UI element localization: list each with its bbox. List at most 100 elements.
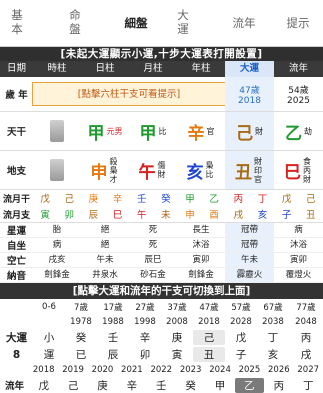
dayun-stem[interactable]: 己 財 [225, 112, 274, 150]
info-cell: 午未 [96, 255, 114, 265]
tab-dayun[interactable]: 大運 [172, 0, 194, 54]
liuyue-gan-cell[interactable]: 己 [61, 191, 78, 205]
tab-chart[interactable]: 命盤 [64, 0, 86, 54]
liuyue-gan-cell[interactable]: 癸 [157, 191, 174, 205]
dayun-year-cell: 2048 [295, 316, 317, 327]
liuyue-gan-cell[interactable]: 己 [302, 191, 319, 205]
dizhi-row: 地支 申 殺梟才 午 傷財 亥 梟比 丑 財印官 巳 食丙財 [0, 151, 323, 190]
age-label: 歲 年 [5, 90, 28, 101]
dayun-year-cell: 2038 [262, 316, 284, 327]
info-cell: 沐浴 [192, 240, 210, 250]
year-branch[interactable]: 亥 梟比 [177, 151, 225, 189]
dayun-age-cell: 17歲 [103, 302, 123, 313]
liunian-branch[interactable]: 巳 食丙財 [274, 151, 323, 189]
dayun-gan-cell[interactable]: 癸 [65, 330, 97, 345]
liuyue-zhi-cell[interactable]: 亥 [254, 207, 271, 221]
liunian-cell[interactable]: 壬 [147, 378, 176, 393]
liuyue-gan-cell[interactable]: 丁 [254, 191, 271, 205]
dayun-year-cell: 2028 [230, 316, 252, 327]
dayun-gan-cell[interactable]: 辛 [129, 330, 161, 345]
day-stem[interactable]: 甲 元男 [81, 112, 129, 150]
dayun-zhi-cell[interactable]: 戌 [289, 347, 323, 362]
dayun-year-cell: 1998 [134, 316, 156, 327]
header-hour: 時柱 [47, 63, 67, 74]
dayun-num: 8 [12, 348, 21, 361]
liuyue-zhi-cell[interactable]: 戌 [230, 207, 247, 221]
dayun-zhi-cell[interactable]: 辰 [97, 347, 129, 362]
tip-box[interactable]: [點擊六柱干支可看提示] [32, 82, 226, 106]
zizuo-row: 自坐 病 絕 死 沐浴 冠帶 沐浴 [0, 238, 323, 253]
hour-stem[interactable] [33, 112, 81, 150]
dayun-zhi-cell[interactable]: 已 [65, 347, 97, 362]
liuyue-zhi-cell[interactable]: 寅 [37, 207, 54, 221]
liunian-cell[interactable]: 丙 [264, 378, 293, 393]
dayun-gan-cell[interactable]: 丙 [289, 330, 323, 345]
dayun-age[interactable]: 47歲 2018 [225, 77, 274, 111]
tab-liunian[interactable]: 流年 [226, 0, 262, 62]
liunian-cell[interactable]: 庚 [88, 378, 117, 393]
dayun-zhi-cell-current[interactable]: 丑 [193, 347, 225, 362]
tiangan-row: 天干 甲 元男 甲 比 辛 官 己 財 乙 劫 [0, 112, 323, 151]
liuyue-zhi-cell[interactable]: 申 [182, 207, 199, 221]
info-cell: 長生 [192, 225, 210, 235]
liuyue-gan-row: 流月干 戊 己 庚 辛 壬 癸 甲 乙 丙 丁 戊 己 [0, 190, 323, 206]
notice-banner-2: [點擊大運和流年的干支可切換到上面] [0, 283, 323, 299]
liuyue-zhi-cell[interactable]: 酉 [206, 207, 223, 221]
dayun-zhi-cell[interactable]: 亥 [257, 347, 289, 362]
liuyue-gan-cell[interactable]: 戊 [278, 191, 295, 205]
header-year: 年柱 [191, 63, 211, 74]
liuyue-zhi-cell[interactable]: 未 [157, 207, 174, 221]
liuyue-gan-cell[interactable]: 丙 [230, 191, 247, 205]
liuyue-gan-cell[interactable]: 甲 [182, 191, 199, 205]
dayun-gan-cell[interactable]: 戊 [225, 330, 257, 345]
liunian-cell[interactable]: 辛 [117, 378, 146, 393]
liuyue-gan-cell[interactable]: 乙 [206, 191, 223, 205]
info-cell: 冠帶 [225, 238, 274, 252]
liuyue-gan-cell[interactable]: 辛 [109, 191, 126, 205]
dayun-ages-row: 0-6 7歲 17歲 27歲 37歲 47歲 57歲 67歲 77歲 [0, 299, 323, 314]
dayun-gan-cell[interactable]: 庚 [161, 330, 193, 345]
dayun-zhi-cell[interactable]: 卯 [129, 347, 161, 362]
dayun-zhi-cell[interactable]: 寅 [161, 347, 193, 362]
tab-detail[interactable]: 細盤 [116, 0, 156, 62]
liuyue-gan-cell[interactable]: 戊 [37, 191, 54, 205]
year-stem[interactable]: 辛 官 [177, 112, 225, 150]
header-liunian: 流年 [288, 63, 308, 74]
dayun-branch[interactable]: 丑 財印官 [225, 151, 274, 189]
dayun-gan-cell[interactable]: 小 [33, 330, 65, 345]
liunian-cell[interactable]: 丁 [294, 378, 323, 393]
liuyue-zhi-cell[interactable]: 丑 [302, 207, 319, 221]
month-stem[interactable]: 甲 比 [129, 112, 177, 150]
liuyue-gan-cell[interactable]: 壬 [133, 191, 150, 205]
liuyue-zhi-cell[interactable]: 卯 [61, 207, 78, 221]
liunian-cell-current[interactable]: 乙 [234, 377, 265, 393]
liuyue-gan-cell[interactable]: 庚 [85, 191, 102, 205]
liuyue-zhi-cell[interactable]: 辰 [85, 207, 102, 221]
notice-banner[interactable]: [未起大運顯示小運,十步大運表打開設置] [0, 47, 323, 61]
dayun-gan-cell[interactable]: 壬 [97, 330, 129, 345]
liunian-cell[interactable]: 甲 [205, 378, 234, 393]
dayun-age-cell: 7歲 [74, 302, 88, 313]
dayun-age-cell: 77歲 [296, 302, 316, 313]
liunian-cell[interactable]: 癸 [176, 378, 205, 393]
info-cell: 霹靂火 [225, 268, 274, 282]
dayun-gan-cell[interactable]: 丁 [257, 330, 289, 345]
liuyue-zhi-cell[interactable]: 子 [278, 207, 295, 221]
age-row: 歲 年 [點擊六柱干支可看提示] 47歲 2018 54歲 2025 [0, 77, 323, 112]
liuyue-zhi-cell[interactable]: 巳 [109, 207, 126, 221]
tab-basic[interactable]: 基本 [6, 0, 28, 54]
hour-branch[interactable] [33, 151, 81, 189]
month-branch[interactable]: 午 傷財 [129, 151, 177, 189]
dayun-zhi-cell[interactable]: 運 [33, 347, 65, 362]
info-cell: 劍鋒金 [44, 270, 70, 280]
liunian-age[interactable]: 54歲 2025 [274, 77, 323, 111]
dayun-gan-cell-current[interactable]: 己 [193, 330, 225, 345]
liuyue-zhi-cell[interactable]: 午 [133, 207, 150, 221]
tab-tips[interactable]: 提示 [280, 0, 316, 62]
day-branch[interactable]: 申 殺梟才 [81, 151, 129, 189]
liunian-cell[interactable]: 戊 [29, 378, 58, 393]
nayin-label: 納音 [6, 271, 26, 282]
liunian-cell[interactable]: 己 [58, 378, 87, 393]
liunian-stem[interactable]: 乙 劫 [274, 112, 323, 150]
dayun-zhi-cell[interactable]: 子 [225, 347, 257, 362]
